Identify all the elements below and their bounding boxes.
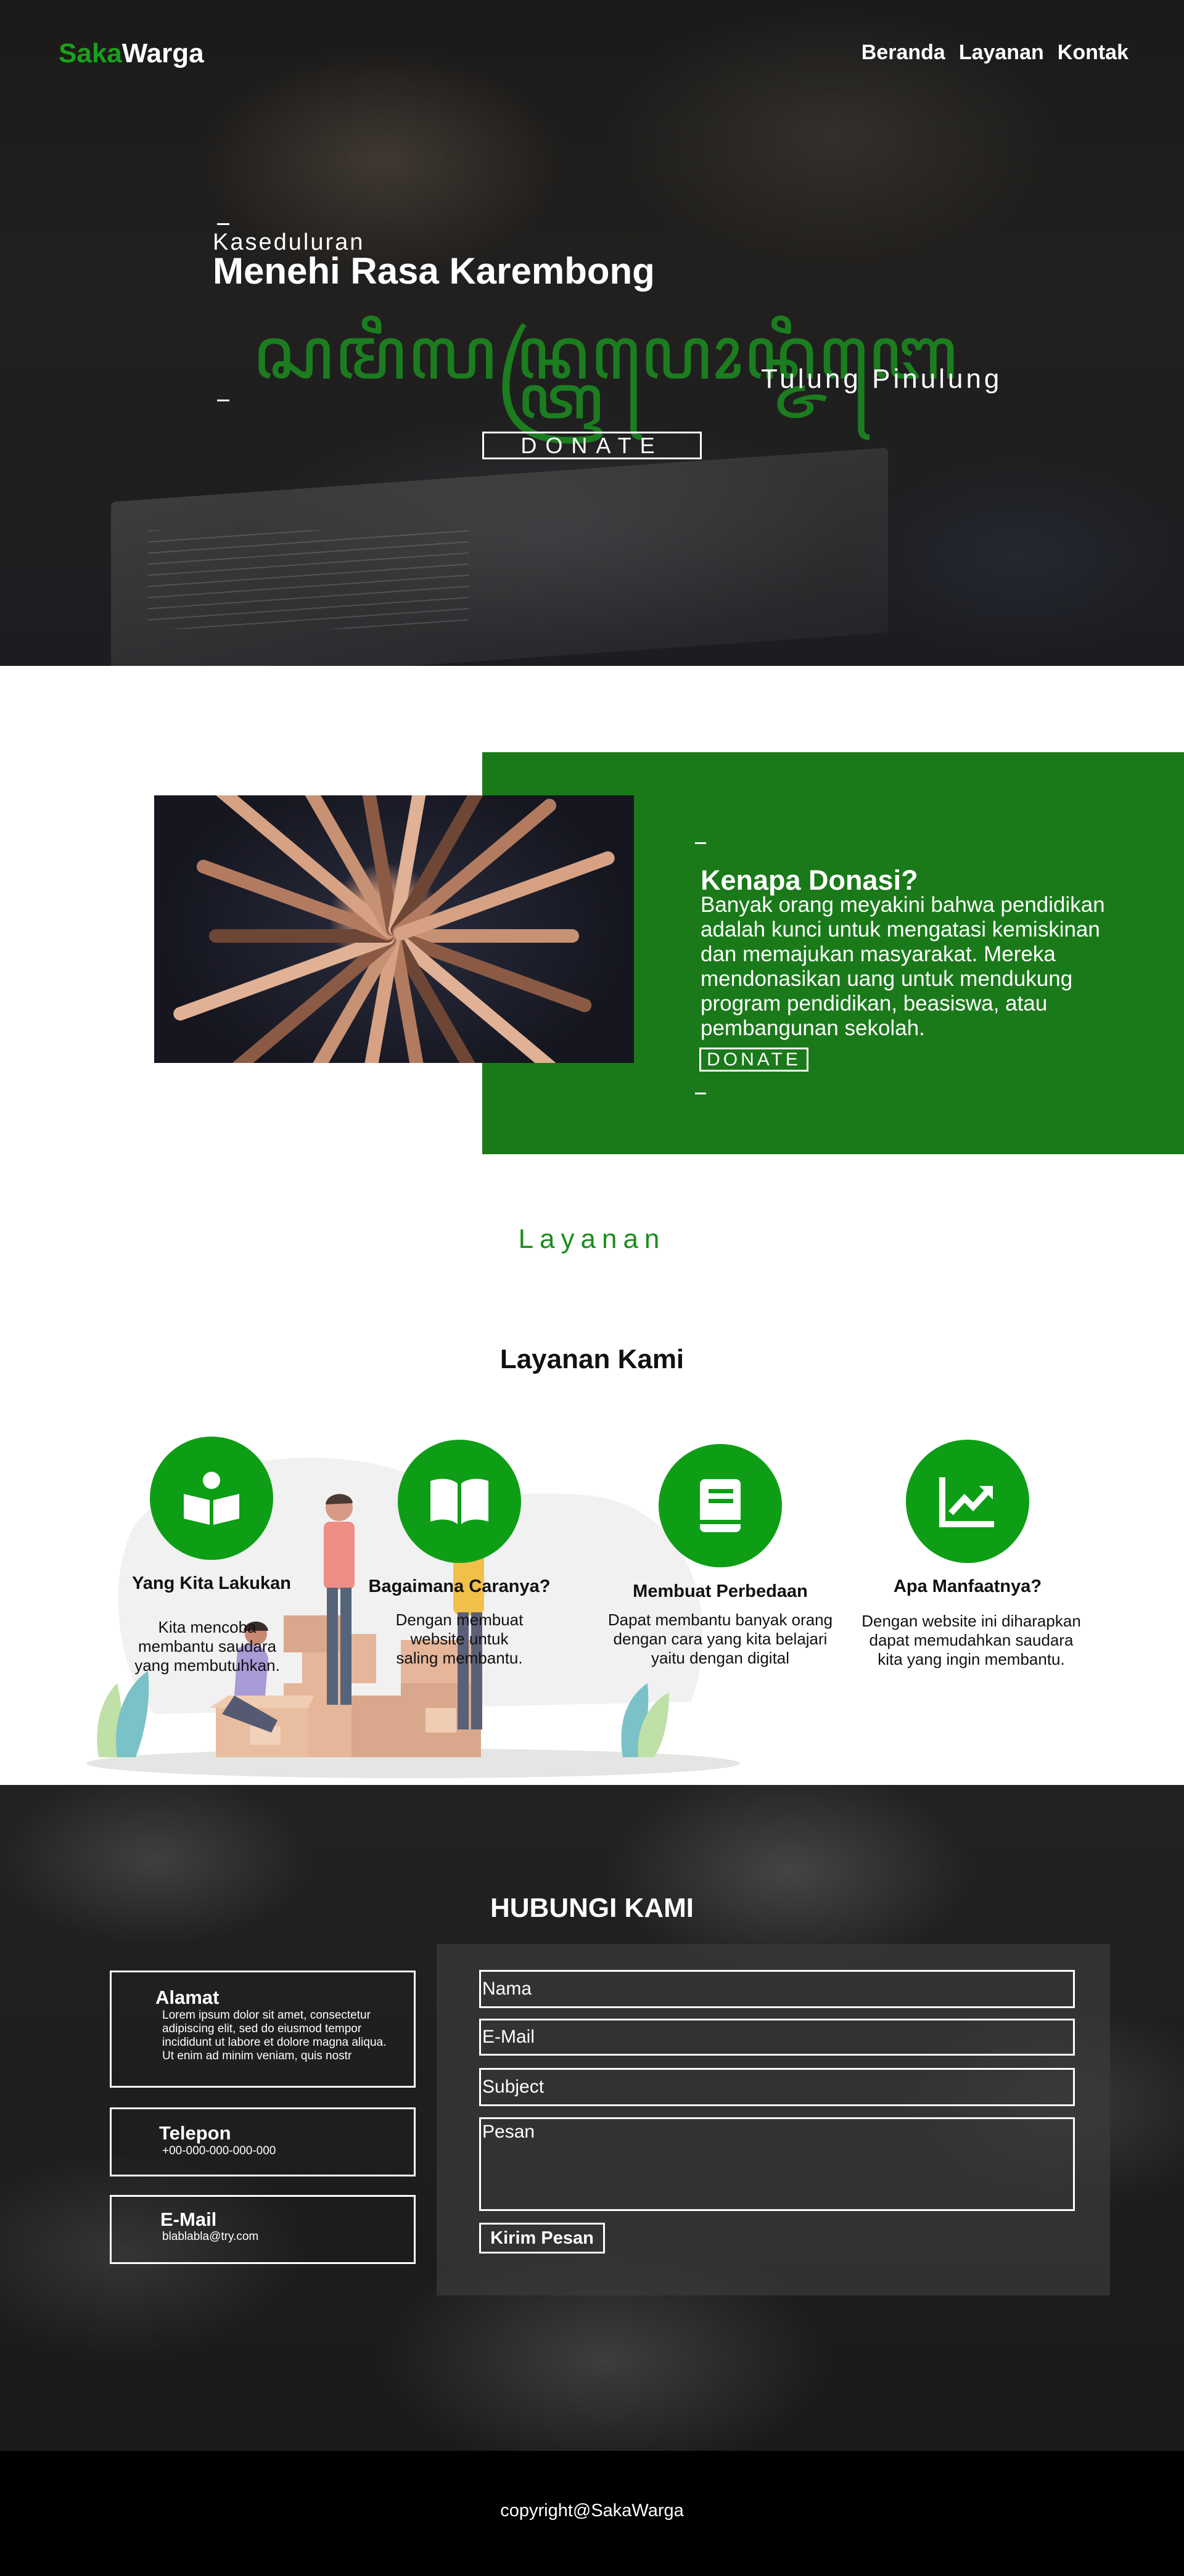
why-donate-title: Kenapa Donasi? bbox=[701, 864, 918, 896]
service-4-title: Apa Manfaatnya? bbox=[893, 1577, 1042, 1596]
name-input[interactable] bbox=[479, 1970, 1075, 2008]
why-donate-text: Banyak orang meyakini bahwa pendidikan a… bbox=[701, 893, 1105, 1040]
subject-input[interactable] bbox=[479, 2068, 1075, 2106]
service-2-title: Bagaimana Caranya? bbox=[368, 1577, 551, 1596]
address-text: Lorem ipsum dolor sit amet, consectetur … bbox=[162, 2009, 387, 2062]
service-2-icon-circle bbox=[398, 1440, 521, 1563]
message-textarea[interactable] bbox=[479, 2117, 1075, 2211]
service-3-icon-circle bbox=[659, 1444, 782, 1567]
nav-item-layanan[interactable]: Layanan bbox=[959, 41, 1044, 65]
email-title: E-Mail bbox=[160, 2209, 217, 2230]
service-3-title: Membuat Perbedaan bbox=[633, 1581, 808, 1601]
hero-bottom-dash bbox=[217, 400, 229, 401]
service-1-desc: Kita mencoba membantu saudara yang membu… bbox=[134, 1618, 280, 1675]
hands-together-photo bbox=[154, 795, 634, 1063]
service-1-icon-circle bbox=[150, 1437, 273, 1560]
service-4-desc: Dengan website ini diharapkan dapat memu… bbox=[861, 1612, 1081, 1668]
hero-background-text-lines bbox=[148, 530, 469, 629]
contact-title: HUBUNGI KAMI bbox=[490, 1893, 694, 1923]
service-3-desc: Dapat membantu banyak orang dengan cara … bbox=[607, 1610, 833, 1667]
photo-arm bbox=[392, 849, 617, 943]
nav-item-kontak[interactable]: Kontak bbox=[1058, 41, 1128, 65]
service-4-icon-circle bbox=[906, 1440, 1029, 1563]
brand-logo-part2: Warga bbox=[121, 38, 204, 68]
nav-item-beranda[interactable]: Beranda bbox=[861, 41, 945, 65]
hero-title: Menehi Rasa Karembong bbox=[213, 250, 655, 292]
open-book-icon bbox=[430, 1479, 488, 1524]
services-title: Layanan Kami bbox=[500, 1344, 684, 1374]
copyright-text: copyright@SakaWarga bbox=[500, 2501, 684, 2521]
hero-donate-button[interactable]: DONATE bbox=[482, 432, 702, 459]
brand-logo[interactable]: SakaWarga bbox=[59, 38, 204, 69]
notebook-icon bbox=[700, 1479, 741, 1532]
brand-logo-part1: Saka bbox=[59, 38, 122, 68]
service-1-title: Yang Kita Lakukan bbox=[132, 1573, 291, 1593]
book-reader-icon bbox=[184, 1472, 239, 1525]
email-value: blablabla@try.com bbox=[162, 2230, 259, 2243]
email-box bbox=[110, 2195, 416, 2264]
services-label: Layanan bbox=[518, 1224, 666, 1254]
why-top-dash bbox=[695, 842, 706, 844]
hero-top-dash bbox=[217, 223, 229, 225]
chart-up-icon bbox=[939, 1477, 994, 1527]
phone-value: +00-000-000-000-000 bbox=[162, 2144, 276, 2157]
hero-subtitle: Tulung Pinulung bbox=[761, 364, 1003, 394]
send-message-button[interactable]: Kirim Pesan bbox=[479, 2223, 605, 2254]
why-bottom-dash bbox=[695, 1093, 706, 1094]
phone-box bbox=[110, 2107, 416, 2176]
why-donate-button[interactable]: DONATE bbox=[699, 1048, 808, 1072]
phone-title: Telepon bbox=[159, 2122, 231, 2144]
email-input[interactable] bbox=[479, 2019, 1075, 2056]
address-title: Alamat bbox=[155, 1987, 220, 2008]
service-2-desc: Dengan membuat website untuk saling memb… bbox=[395, 1610, 524, 1667]
main-nav: Beranda Layanan Kontak bbox=[861, 41, 1128, 65]
